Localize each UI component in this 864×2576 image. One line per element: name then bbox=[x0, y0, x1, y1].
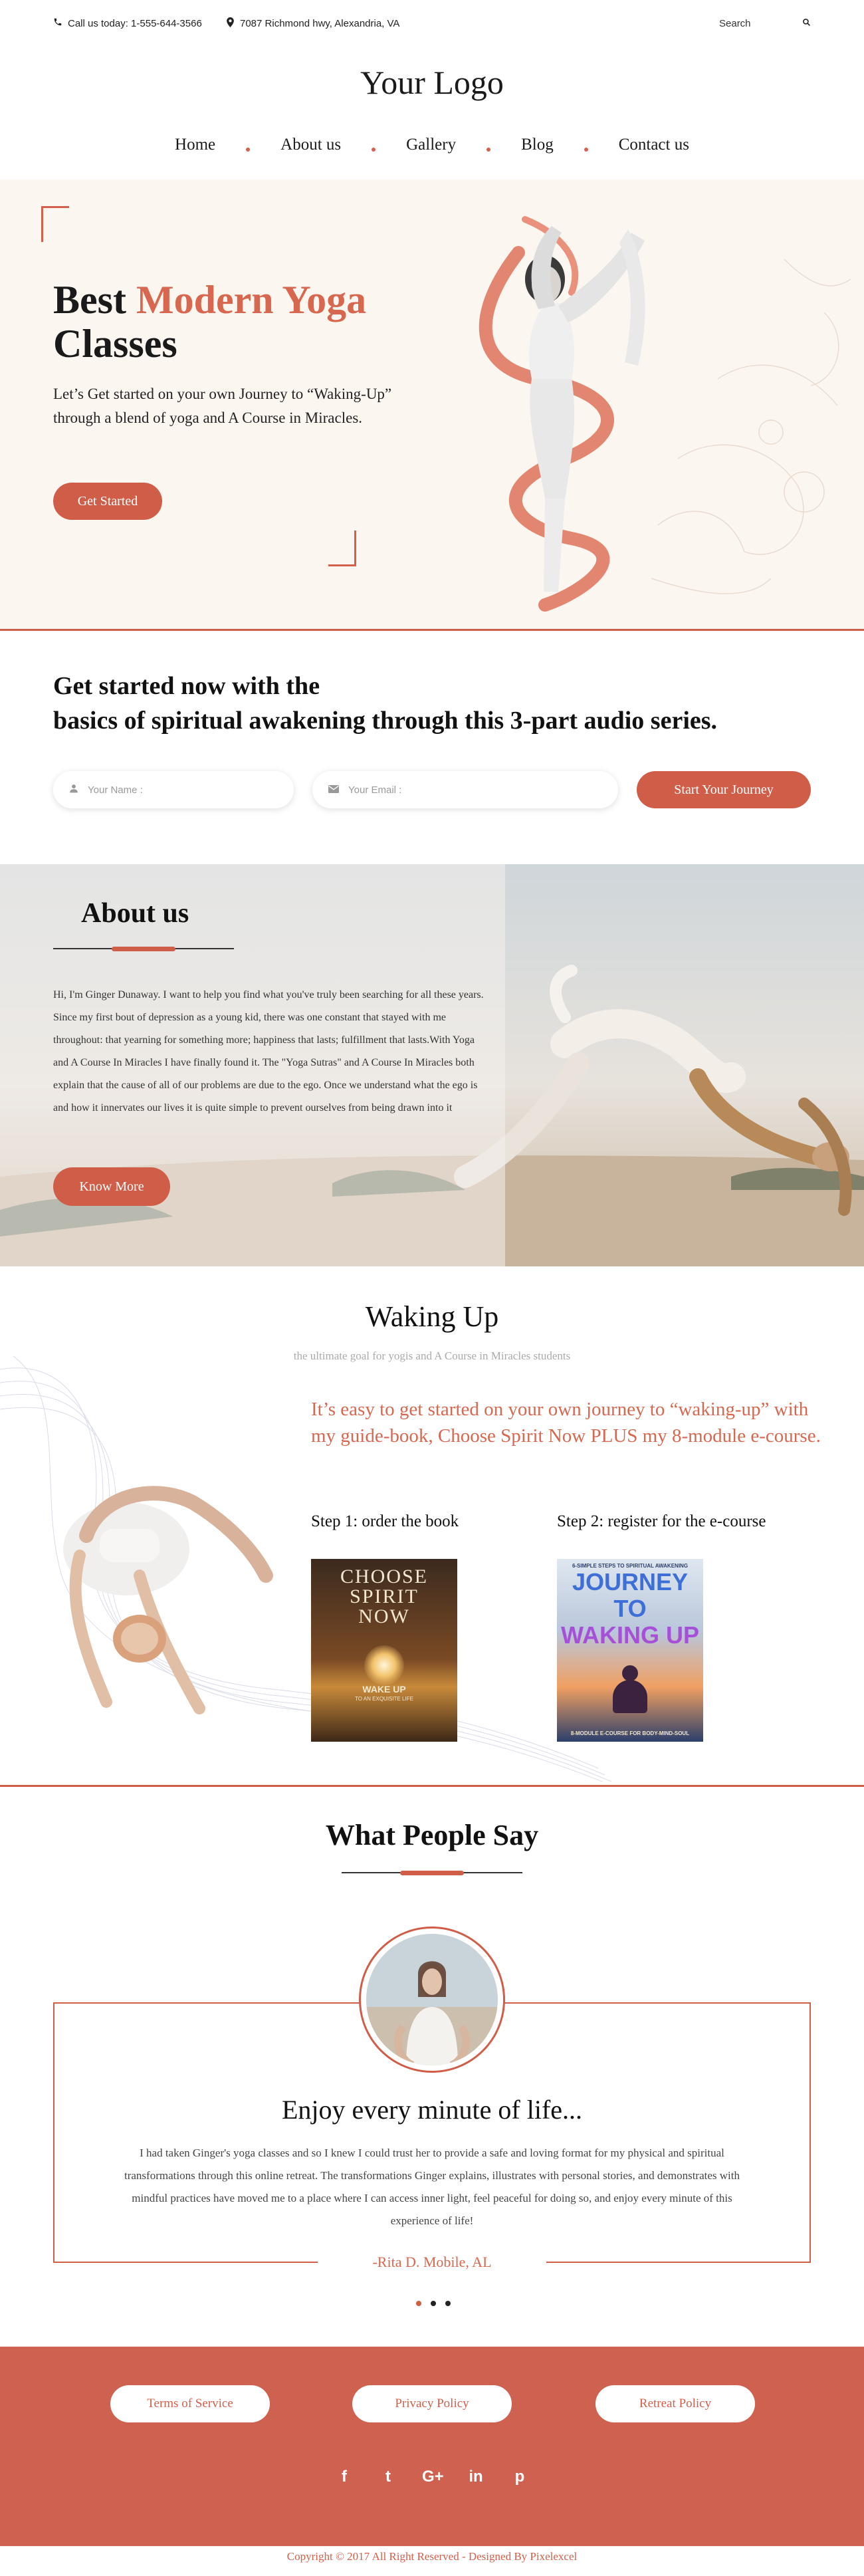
phone-text: Call us today: 1-555-644-3566 bbox=[68, 17, 202, 29]
phone-icon bbox=[53, 17, 62, 29]
testimonials-title: What People Say bbox=[325, 1819, 539, 1851]
address-info: 7087 Richmond hwy, Alexandria, VA bbox=[226, 17, 399, 30]
search-input[interactable]: Search bbox=[719, 18, 751, 29]
nav-item-blog[interactable]: Blog bbox=[490, 136, 584, 154]
hero-title: Best Modern Yoga Classes bbox=[53, 278, 367, 366]
title-underline-accent bbox=[400, 1871, 464, 1875]
pinterest-icon[interactable]: p bbox=[510, 2468, 530, 2486]
testimonial-photo bbox=[366, 1934, 498, 2065]
nav-item-about[interactable]: About us bbox=[250, 136, 372, 154]
page: Call us today: 1-555-644-3566 7087 Richm… bbox=[0, 0, 864, 2576]
nav-item-contact[interactable]: Contact us bbox=[588, 136, 720, 154]
start-journey-button[interactable]: Start Your Journey bbox=[637, 771, 811, 808]
search-icon[interactable] bbox=[802, 18, 811, 29]
hero-section: Best Modern Yoga Classes Let’s Get start… bbox=[0, 179, 864, 630]
testimonial-quote: I had taken Ginger's yoga classes and so… bbox=[124, 2147, 740, 2227]
waking-up-yoga-photo bbox=[63, 1486, 273, 1714]
user-icon bbox=[69, 784, 78, 796]
testimonial-author: -Rita D. Mobile, AL bbox=[318, 2250, 546, 2274]
carousel-dot[interactable] bbox=[416, 2301, 421, 2306]
name-field[interactable]: Your Name : bbox=[53, 771, 294, 808]
copyright-text: Copyright © 2017 All Right Reserved - De… bbox=[286, 2550, 578, 2563]
address-text: 7087 Richmond hwy, Alexandria, VA bbox=[240, 18, 400, 29]
journey-to-waking-up-course[interactable]: 6-SIMPLE STEPS TO SPIRITUAL AWAKENING JO… bbox=[557, 1559, 703, 1742]
privacy-policy-link[interactable]: Privacy Policy bbox=[352, 2385, 512, 2422]
title-underline-accent bbox=[112, 947, 175, 951]
linkedin-icon[interactable]: in bbox=[466, 2468, 486, 2486]
step-1-label: Step 1: order the book bbox=[311, 1512, 459, 1530]
top-bar: Call us today: 1-555-644-3566 7087 Richm… bbox=[0, 0, 864, 47]
map-pin-icon bbox=[226, 17, 235, 30]
carousel-dot[interactable] bbox=[431, 2301, 436, 2306]
nav-item-home[interactable]: Home bbox=[144, 136, 246, 154]
section-divider bbox=[0, 629, 864, 631]
get-started-button[interactable]: Get Started bbox=[53, 483, 162, 520]
hero-title-accent: Modern Yoga bbox=[136, 278, 367, 322]
about-section: About us Hi, I'm Ginger Dunaway. I want … bbox=[0, 864, 864, 1266]
carousel-dot[interactable] bbox=[445, 2301, 451, 2306]
site-logo[interactable]: Your Logo bbox=[0, 63, 864, 102]
hero-yoga-photo bbox=[479, 216, 851, 612]
audio-series-title: Get started now with the basics of spiri… bbox=[53, 672, 718, 735]
section-divider bbox=[0, 1785, 864, 1787]
choose-spirit-now-book[interactable]: CHOOSE SPIRIT NOW WAKE UP TO AN EXQUISIT… bbox=[311, 1559, 457, 1742]
testimonial-title: Enjoy every minute of life... bbox=[281, 2095, 583, 2125]
phone-info[interactable]: Call us today: 1-555-644-3566 bbox=[53, 17, 202, 29]
hero-description: Let’s Get started on your own Journey to… bbox=[53, 386, 392, 426]
google-plus-icon[interactable]: G+ bbox=[422, 2468, 444, 2486]
nav-item-gallery[interactable]: Gallery bbox=[376, 136, 486, 154]
email-field[interactable]: Your Email : bbox=[312, 771, 618, 808]
search-field[interactable]: Search bbox=[706, 13, 812, 33]
waking-up-lead: It’s easy to get started on your own jou… bbox=[311, 1399, 821, 1447]
decor-corner bbox=[328, 530, 356, 566]
envelope-icon bbox=[328, 784, 339, 796]
email-input[interactable]: Your Email : bbox=[348, 784, 401, 796]
main-nav: Home About us Gallery Blog Contact us bbox=[0, 136, 864, 154]
retreat-policy-link[interactable]: Retreat Policy bbox=[595, 2385, 755, 2422]
decor-corner bbox=[41, 206, 69, 242]
know-more-button[interactable]: Know More bbox=[53, 1167, 170, 1206]
waking-up-title: Waking Up bbox=[365, 1300, 499, 1333]
about-title: About us bbox=[81, 898, 189, 929]
step-2-label: Step 2: register for the e-course bbox=[557, 1512, 766, 1530]
facebook-icon[interactable]: f bbox=[334, 2468, 354, 2486]
footer: Terms of Service Privacy Policy Retreat … bbox=[0, 2347, 864, 2546]
terms-of-service-link[interactable]: Terms of Service bbox=[110, 2385, 270, 2422]
name-input[interactable]: Your Name : bbox=[88, 784, 143, 796]
about-body: Hi, I'm Ginger Dunaway. I want to help y… bbox=[53, 989, 484, 1113]
social-links: f t G+ in p bbox=[0, 2468, 864, 2486]
carousel-dots bbox=[416, 2301, 451, 2306]
twitter-icon[interactable]: t bbox=[378, 2468, 398, 2486]
avatar bbox=[359, 1927, 505, 2073]
